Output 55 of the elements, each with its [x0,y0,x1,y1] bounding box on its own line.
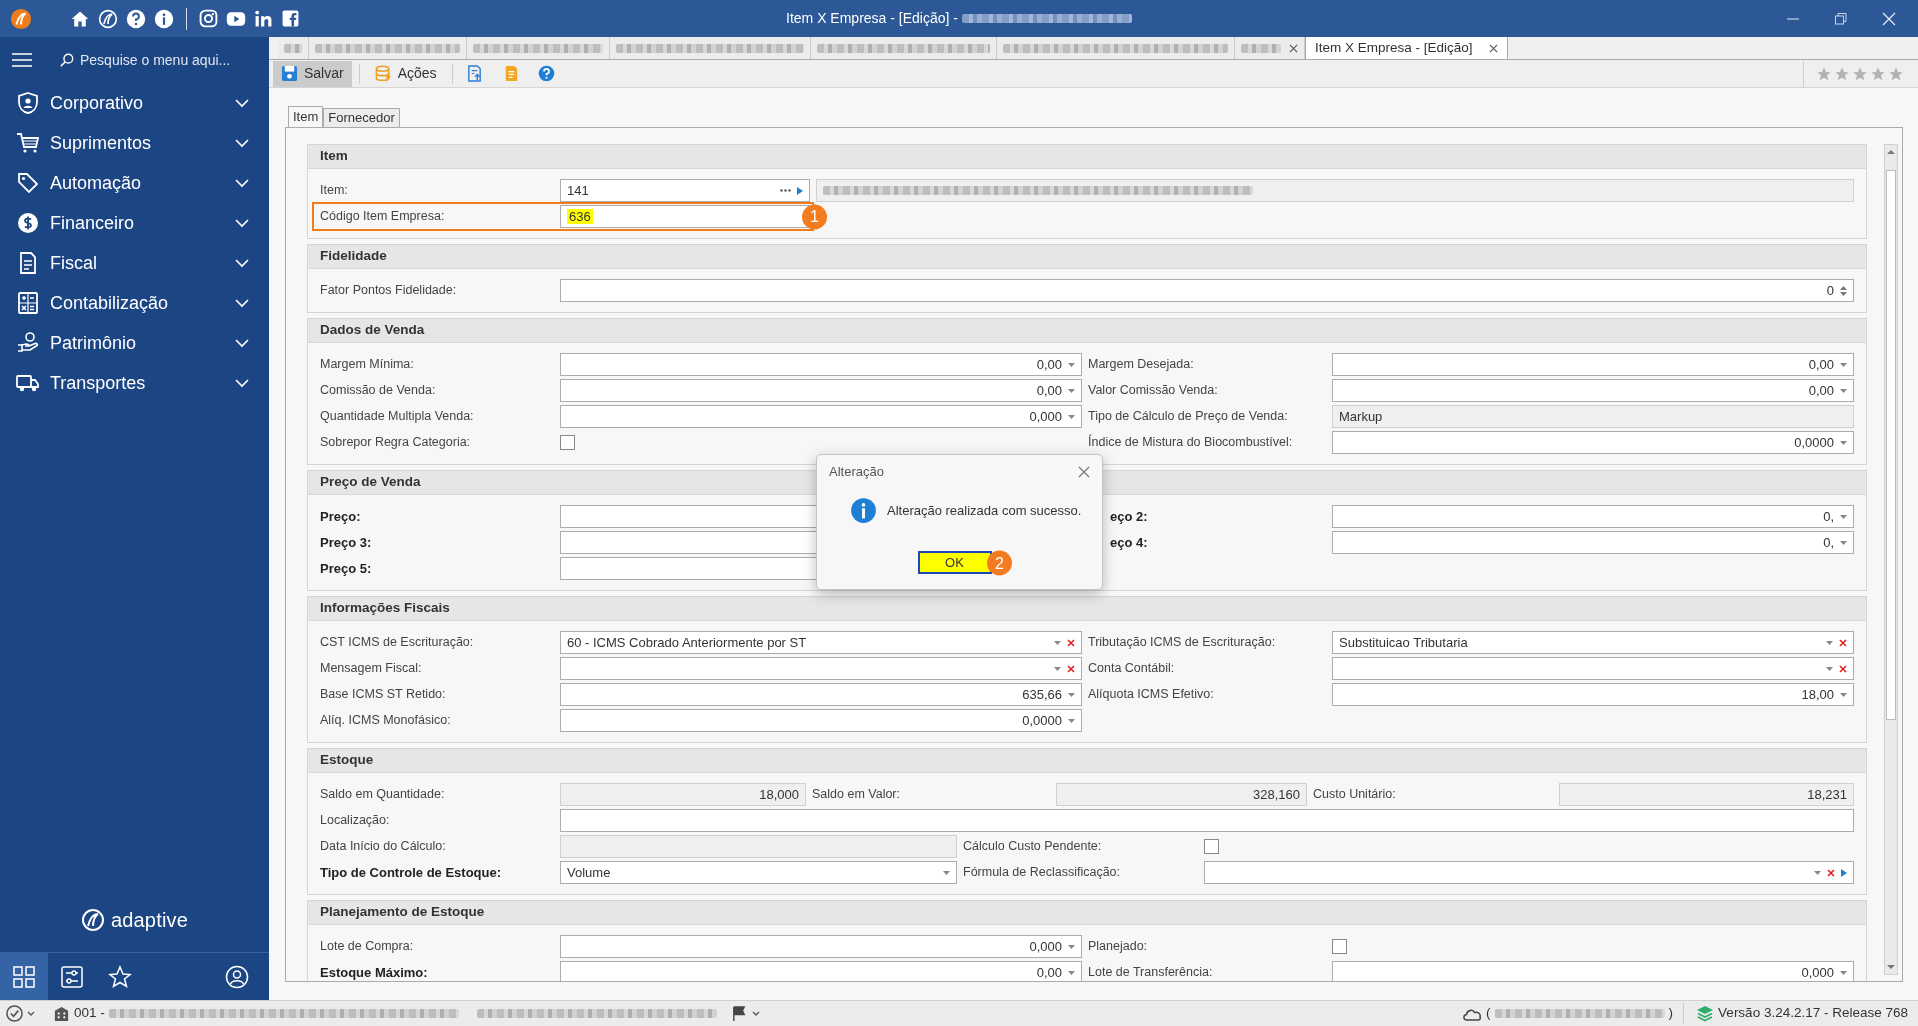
field-label: eço 2: [1109,508,1149,526]
field-label: Fórmula de Reclassificação: [963,864,1121,881]
field-label: Comissão de Venda: [320,382,437,399]
field-label: Tipo de Cálculo de Preço de Venda: [1088,408,1289,425]
field-label: Alíq. ICMS Monofásico: [320,712,452,729]
brand-name: adaptive [110,908,189,933]
field-label: Quantidade Multipla Venda: [320,408,475,425]
field-label: CST ICMS de Escrituração: [320,634,475,651]
readonly-field: 18,231 [1559,783,1854,806]
field-label: Lote de Transferência: [1088,964,1214,981]
field-label: Item: [320,182,349,199]
section-header: Fidelidade [308,245,1866,269]
field-label: Alíquota ICMS Efetivo: [1088,686,1215,703]
step-number: 1 [802,204,827,229]
section-header: Estoque [308,749,1866,773]
window-title: Item X Empresa - [Edição] - [786,9,958,28]
field-label: Data Início do Cálculo: [320,838,447,855]
field-label: Preço 3: [320,534,373,552]
field-label: Tipo de Controle de Estoque: [320,864,503,882]
step-number: 2 [987,550,1012,576]
field-label: Código Item Empresa: [320,208,446,225]
field-label: Fator Pontos Fidelidade: [320,282,458,299]
readonly-field: Markup [1332,405,1854,428]
section-header: Item [308,145,1866,169]
field-label: Mensagem Fiscal: [320,660,423,677]
field-label: Conta Contábil: [1088,660,1176,677]
readonly-field: 328,160 [1056,783,1307,806]
field-label: Estoque Máximo: [320,964,429,981]
field-label: Preço: [320,508,362,526]
bracket-text: ) [1668,1004,1674,1023]
field-label: Sobrepor Regra Categoria: [320,434,472,451]
field-label: Localização: [320,812,391,829]
field-label: Valor Comissão Venda: [1088,382,1219,399]
field-label: Saldo em Quantidade: [320,786,446,803]
section-header: Dados de Venda [308,319,1866,343]
field-label: Tributação ICMS de Escrituração: [1088,634,1277,651]
section-header: Informações Fiscais [308,597,1866,621]
readonly-field: 18,000 [560,783,806,806]
field-label: Índice de Mistura do Biocombustível: [1088,433,1294,451]
field-label: Saldo em Valor: [812,786,901,803]
version-label: Versão 3.24.2.17 - Release 768 [1718,1004,1908,1023]
field-label: Base ICMS ST Retido: [320,686,447,703]
field-label: Cálculo Custo Pendente: [963,838,1103,855]
company-label: 001 - [74,1004,105,1023]
bracket-text: ( [1486,1004,1491,1023]
field-label: Margem Mínima: [320,356,415,373]
field-label: Preço 5: [320,560,373,578]
field-label: Custo Unitário: [1313,786,1397,803]
dialog-message: Alteração realizada com sucesso. [887,501,1082,520]
field-label: Lote de Compra: [320,938,415,955]
section-header: Planejamento de Estoque [308,901,1866,925]
field-label: eço 4: [1109,534,1149,552]
field-label: Planejado: [1088,938,1149,955]
tab-title: Item X Empresa - [Edição] [1315,38,1473,57]
field-label: Margem Desejada: [1088,356,1195,373]
